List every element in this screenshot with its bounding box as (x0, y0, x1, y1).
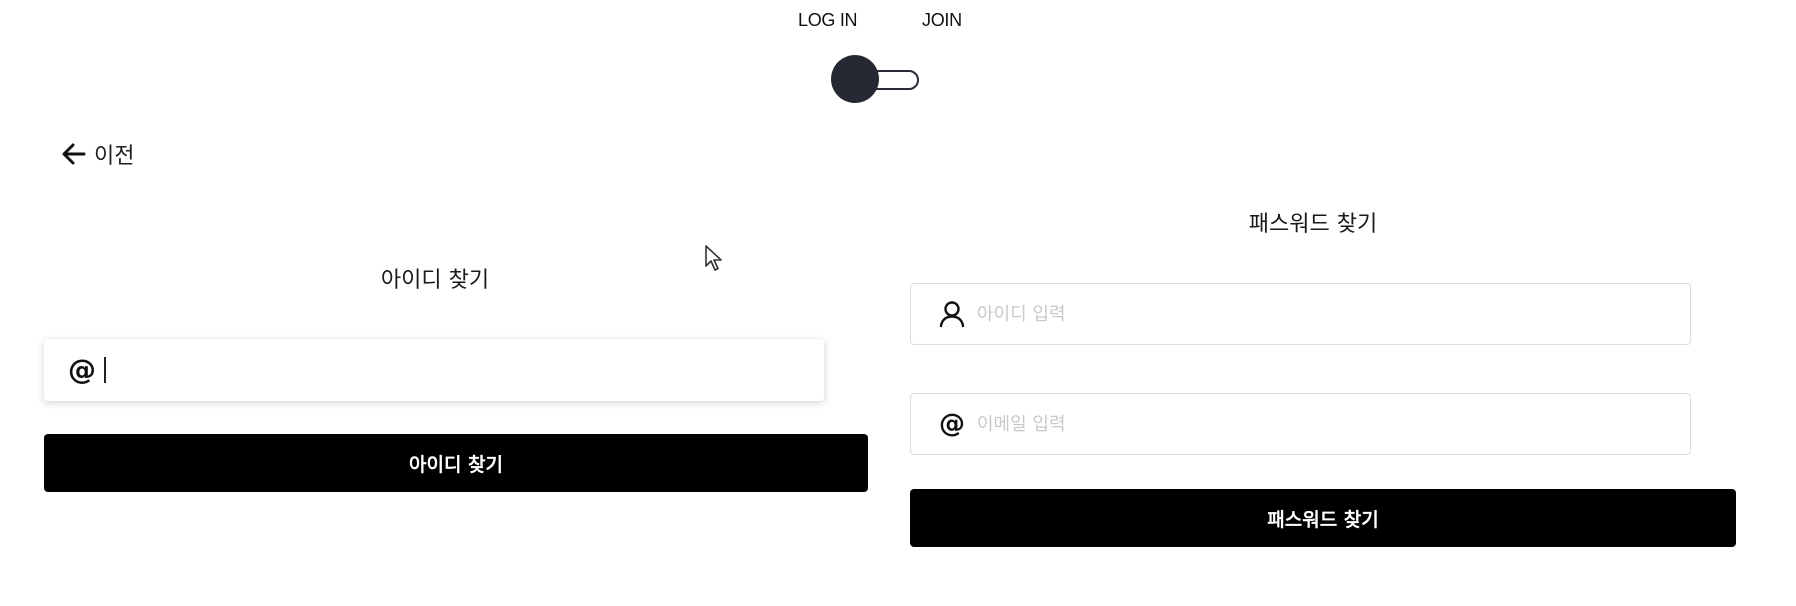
back-link[interactable]: 이전 (62, 138, 134, 170)
user-icon (937, 299, 967, 329)
join-tab[interactable]: JOIN (922, 10, 962, 31)
find-password-email-field[interactable]: @ (910, 393, 1691, 455)
find-password-title: 패스워드 찾기 (1248, 212, 1378, 237)
find-id-email-input[interactable] (112, 350, 824, 390)
find-password-email-input[interactable] (977, 404, 1690, 444)
page: LOG IN JOIN 이전 아이디 찾기 @ 아이디 찾기 패스워드 찾기 아… (0, 0, 1796, 606)
toggle-knob[interactable] (831, 55, 879, 103)
find-password-id-input[interactable] (977, 294, 1690, 334)
at-icon: @ (939, 409, 965, 439)
find-password-id-field[interactable] (910, 283, 1691, 345)
find-id-title: 아이디 찾기 (380, 268, 490, 293)
find-id-email-field[interactable]: @ (44, 339, 824, 401)
find-id-button[interactable]: 아이디 찾기 (44, 434, 868, 492)
arrow-left-icon (62, 143, 86, 165)
login-tab[interactable]: LOG IN (798, 10, 858, 31)
text-caret (104, 357, 106, 383)
back-label: 이전 (94, 144, 135, 169)
find-password-button[interactable]: 패스워드 찾기 (910, 489, 1736, 547)
at-icon: @ (68, 353, 96, 386)
auth-switch-labels: LOG IN JOIN (798, 10, 998, 34)
auth-toggle[interactable] (831, 55, 923, 103)
